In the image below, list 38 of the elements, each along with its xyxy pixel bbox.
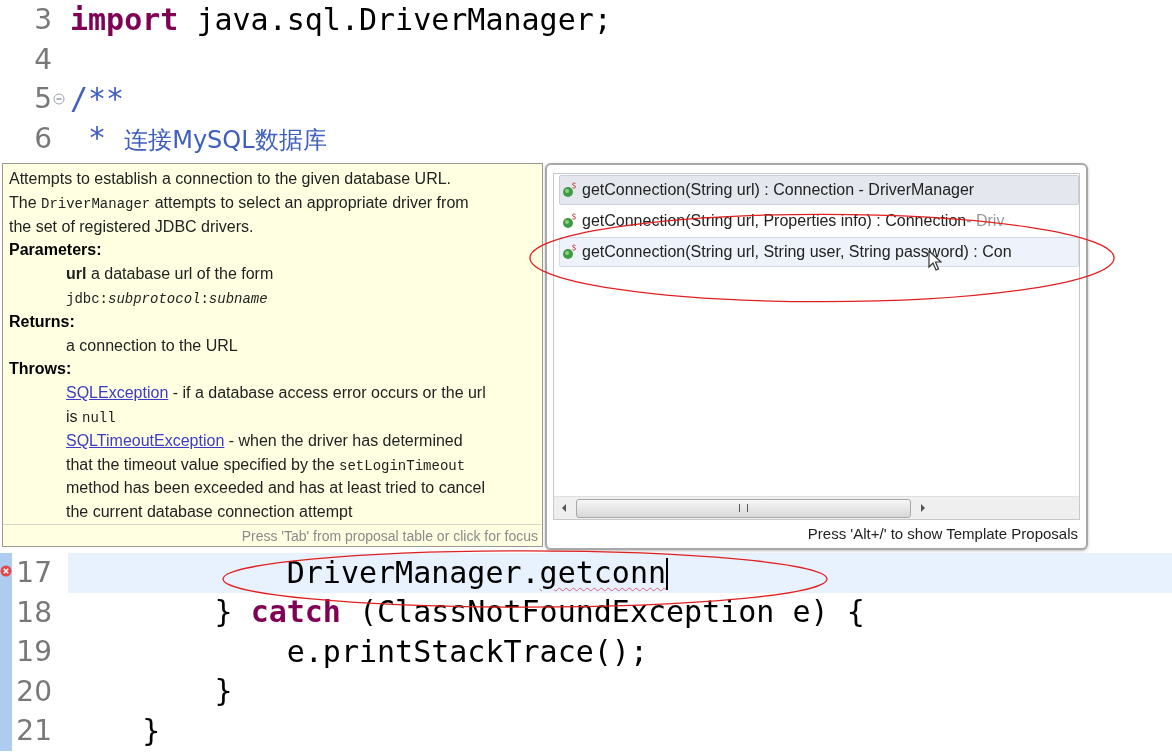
line-number: 4 [33,42,52,76]
code-comment: /** [70,80,125,117]
code-line: e.printStackTrace(); [285,633,648,670]
line-number: 6 [33,121,52,155]
doc-text: SQLTimeoutException - when the driver has determined that the timeout value specified by the setLoginTimeout method has been exceeded and has at least tried to cancel the current database connection attempt [66,430,486,523]
static-method-icon [562,244,578,260]
static-method-icon [562,213,578,229]
hint-text: Press 'Alt+/' to show Template Proposals [806,524,1079,544]
scroll-left-icon[interactable] [560,503,568,513]
section-heading: Throws: [9,359,73,380]
code-line: } catch (ClassNotFoundException e) { [213,594,865,631]
line-number: 5 [33,82,52,116]
horizontal-scrollbar[interactable] [554,496,1079,519]
code-line: } [213,673,233,710]
line-number: 3 [33,3,52,37]
doc-text: jdbc:subprotocol:subname [66,290,269,309]
link[interactable]: SQLException [66,384,169,402]
line-number: 19 [15,635,52,669]
doc-text: url a database url of the form [66,264,275,285]
code-line: DriverManager.getconn [285,554,669,591]
line-number: 20 [15,674,52,708]
scroll-right-icon[interactable] [919,503,927,513]
text-cursor [666,558,669,591]
link[interactable]: SQLTimeoutException [66,431,225,449]
section-heading: Parameters: [9,240,103,261]
line-number: 21 [15,714,52,748]
code-comment: * 连接MySQL数据库 [87,120,327,157]
line-number: 17 [15,556,52,590]
code-line: } [141,712,161,749]
static-method-icon [562,182,578,198]
proposal-item[interactable]: getConnection(String url) : Connection - DriverManager [559,175,1079,205]
doc-text: a connection to the URL [66,335,239,356]
doc-text: SQLException - if a database access error occurs or the url is null [66,383,486,428]
doc-text: Attempts to establish a connection to the given database URL. The DriverManager attempts to select an appropriate driver from the set of registered JDBC drivers. [9,169,470,237]
section-heading: Returns: [9,311,76,332]
hint-text: Press 'Tab' from proposal table or click for focus [3,523,542,548]
line-number: 18 [15,595,52,629]
code-line: import java.sql.DriverManager; [70,1,612,38]
